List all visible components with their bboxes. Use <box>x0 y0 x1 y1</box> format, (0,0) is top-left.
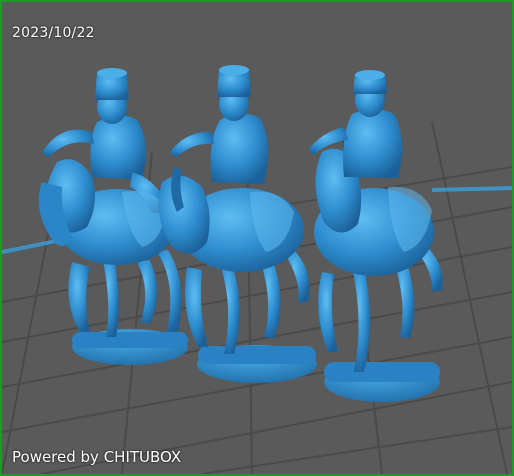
brand-watermark: Powered by CHITUBOX <box>12 448 182 466</box>
3d-scene[interactable] <box>2 2 512 474</box>
cavalry-miniature-right[interactable] <box>308 70 443 402</box>
slicer-viewport[interactable]: 2023/10/22 Powered by CHITUBOX <box>0 0 514 476</box>
plate-axis-line-right <box>431 186 512 192</box>
date-stamp: 2023/10/22 <box>12 25 95 41</box>
